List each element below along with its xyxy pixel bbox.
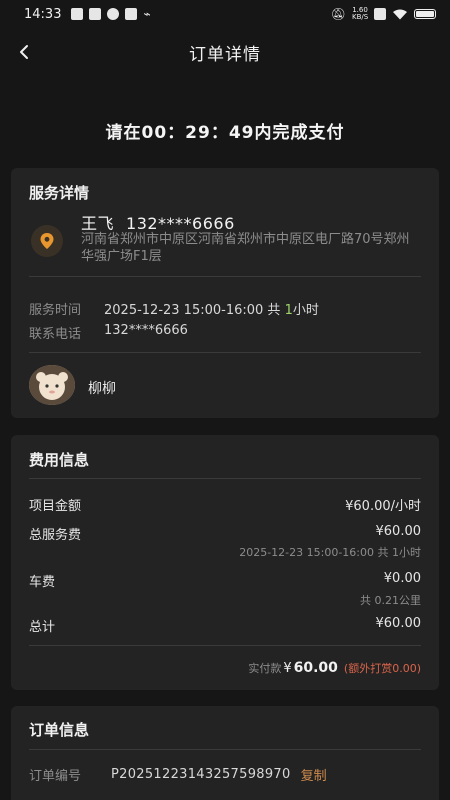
car-fee-value: ¥0.00 [383,571,421,586]
order-card-title: 订单信息 [29,721,90,739]
total-label: 总计 [29,620,56,635]
contact-phone-value: 132****6666 [104,323,188,338]
staff-avatar[interactable] [29,365,75,405]
payment-countdown: 请在00：29：49内完成支付 [105,123,345,143]
service-time-row: 服务时间 2025-12-23 15:00-16:00 共 1小时 [29,299,319,318]
divider [29,645,421,646]
car-fee-label: 车费 [29,575,56,590]
total-value: ¥60.00 [375,616,422,631]
nav-bar: 订单详情 [0,30,450,74]
service-time-value: 2025-12-23 15:00-16:00 共 1小时 [104,303,319,318]
order-info-card: 订单信息 订单编号 P20251223143257598970 复制 [11,706,439,800]
total-row: 总计 ¥60.00 [29,616,421,635]
service-fee-row: 总服务费 ¥60.00 [29,524,421,543]
car-fee-row: 车费 ¥0.00 [29,571,421,590]
contact-phone-label: 联系电话 [29,327,82,342]
fee-card-title: 费用信息 [29,451,90,469]
wifi-icon [393,9,407,19]
mute-icon: 🔕︎ [330,7,346,21]
status-time: 14:33 [24,6,62,22]
divider [29,749,421,750]
status-bar-left: 14:33 ⌁ [24,7,151,22]
copy-button[interactable]: 复制 [301,765,327,784]
service-fee-value: ¥60.00 [375,524,422,539]
extra-tip: (额外打赏0.00) [343,662,421,675]
paid-label: 实付款 [248,662,282,675]
divider [29,276,421,277]
nfc-icon [374,8,386,20]
telegram-icon [125,8,138,20]
item-amount-value: ¥60.00/小时 [345,499,421,514]
car-fee-distance: 共 0.21公里 [360,594,421,607]
status-bar: 14:33 ⌁ 🔕︎ 1.60 KB/S [0,0,450,28]
page-title: 订单详情 [189,44,261,65]
service-fee-label: 总服务费 [29,528,82,543]
paid-amount: 60.00 [293,660,338,676]
chevron-left-icon [20,45,28,59]
location-pin-icon [31,225,63,257]
divider [29,352,421,353]
network-speed: 1.60 KB/S [352,6,369,21]
service-details-card: 服务详情 王飞 132****6666 河南省郑州市中原区河南省郑州市中原区电厂路… [11,168,439,418]
fee-info-card: 费用信息 项目金额 ¥60.00/小时 总服务费 ¥60.00 2025-12-… [11,435,439,690]
status-bar-right: 🔕︎ 1.60 KB/S [331,7,436,21]
order-number-row: 订单编号 P20251223143257598970 复制 [29,765,327,784]
battery-icon [414,9,436,19]
paid-currency: ¥ [283,661,292,676]
order-number-value: P20251223143257598970 [111,767,291,782]
service-hours: 1 [284,303,293,318]
usb-icon: ⌁ [143,7,151,21]
service-address: 河南省郑州市中原区河南省郑州市中原区电厂路70号郑州华强广场F1层 [81,232,410,264]
order-number-label: 订单编号 [29,769,82,784]
service-time-label: 服务时间 [29,303,82,318]
divider [29,478,421,479]
mail-icon [89,8,102,20]
paid-amount-line: 实付款 ¥ 60.00 (额外打赏0.00) [248,660,421,676]
compass-icon [107,8,120,20]
contact-phone-row: 联系电话 132****6666 [29,323,188,342]
service-card-title: 服务详情 [29,184,90,202]
item-amount-label: 项目金额 [29,499,82,514]
service-fee-detail: 2025-12-23 15:00-16:00 共 1小时 [239,546,421,559]
back-button[interactable] [10,38,38,66]
notification-check-icon [71,8,84,20]
staff-name: 柳柳 [88,381,116,397]
item-amount-row: 项目金额 ¥60.00/小时 [29,495,421,514]
